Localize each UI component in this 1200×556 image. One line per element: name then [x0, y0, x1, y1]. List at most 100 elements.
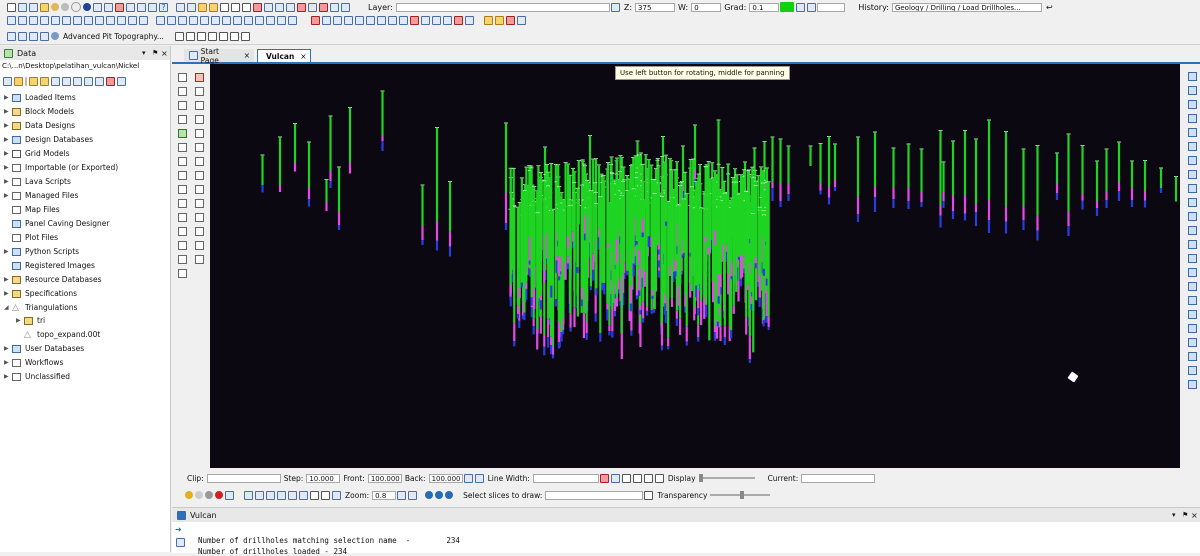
font-icon[interactable]	[341, 2, 350, 12]
move-icon-5[interactable]	[200, 15, 209, 25]
window-icon[interactable]	[1188, 198, 1197, 207]
image-icon[interactable]	[178, 129, 187, 138]
tree-item-tri[interactable]: ▶ tri	[16, 314, 45, 327]
page-icon-2[interactable]	[187, 2, 196, 12]
arc-icon-2[interactable]	[195, 213, 204, 222]
tool-icon-10[interactable]	[421, 15, 430, 25]
fit-icon[interactable]	[277, 490, 286, 500]
home-icon[interactable]	[3, 76, 12, 86]
tree-item-block-models[interactable]: ▶ Block Models	[4, 105, 74, 118]
tree-item-data-designs[interactable]: ▶ Data Designs	[4, 119, 75, 132]
rotate-icon[interactable]	[266, 490, 275, 500]
panel-icon-7[interactable]	[1188, 324, 1197, 333]
unlink-icon[interactable]	[106, 76, 115, 86]
folder-icon[interactable]	[198, 2, 207, 12]
print-icon[interactable]	[148, 2, 157, 12]
transparency-slider-thumb[interactable]	[740, 491, 745, 499]
move-icon-6[interactable]	[211, 15, 220, 25]
line-style-icon-2[interactable]	[610, 473, 620, 483]
panel-icon-5[interactable]	[1188, 296, 1197, 305]
small-field[interactable]	[817, 2, 846, 12]
view-globe-icon[interactable]	[425, 491, 434, 499]
move-icon[interactable]	[156, 15, 165, 25]
arc-icon[interactable]	[178, 171, 187, 180]
zoom-in-icon[interactable]	[288, 490, 297, 500]
current-select[interactable]	[801, 473, 876, 483]
move-icon-9[interactable]	[244, 15, 253, 25]
sphere-grey-icon[interactable]	[61, 3, 69, 11]
select-box-icon[interactable]	[178, 115, 187, 124]
bookmark-icon[interactable]	[1188, 212, 1197, 221]
tree-item-design-databases[interactable]: ▶ Design Databases	[4, 133, 93, 146]
tool-icon[interactable]	[322, 15, 331, 25]
help-icon[interactable]: ?	[159, 2, 168, 12]
tree-item-lava-scripts[interactable]: ▶ Lava Scripts	[4, 175, 71, 188]
refresh-icon-b[interactable]	[62, 76, 71, 86]
grid-view-icon[interactable]	[51, 76, 60, 86]
redo-icon[interactable]	[126, 2, 135, 12]
delete-icon[interactable]	[319, 2, 328, 12]
align-icon-2[interactable]	[18, 31, 27, 41]
tool-icon-12[interactable]	[443, 15, 452, 25]
tool-icon-2[interactable]	[333, 15, 342, 25]
bookmark-icon[interactable]	[484, 15, 493, 25]
triangle-view-icon[interactable]	[321, 490, 330, 500]
string-icon-3[interactable]	[95, 15, 104, 25]
refresh-icon[interactable]	[277, 15, 286, 25]
tree-item-grid-models[interactable]: ▶ Grid Models	[4, 147, 70, 160]
file-icon[interactable]	[178, 255, 187, 264]
expand-arrow-icon[interactable]: ▶	[4, 122, 12, 129]
console-menu-icon[interactable]: ▾	[1172, 511, 1176, 519]
tree-item-unclassified[interactable]: ▶ Unclassified	[4, 370, 70, 383]
polygon-icon[interactable]	[62, 15, 71, 25]
rotate-icon[interactable]	[1188, 114, 1197, 123]
layer-dropdown-icon[interactable]	[610, 2, 620, 12]
layer-display-icon[interactable]	[621, 473, 631, 483]
shade-red-icon[interactable]	[215, 491, 223, 499]
sphere-yellow-icon[interactable]	[51, 3, 59, 11]
close-icon[interactable]: ×	[161, 49, 168, 58]
folder-icon-2[interactable]	[209, 2, 218, 12]
points-icon[interactable]	[40, 15, 49, 25]
line-icon[interactable]	[178, 101, 187, 110]
move-icon-7[interactable]	[222, 15, 231, 25]
info-icon[interactable]	[807, 2, 817, 12]
warning-icon[interactable]	[40, 2, 49, 12]
transparency-checkbox[interactable]	[644, 490, 654, 500]
text-a-icon[interactable]	[178, 241, 187, 250]
viewport[interactable]	[210, 64, 1180, 468]
grid-close-icon[interactable]	[195, 227, 204, 236]
slices-select[interactable]	[545, 490, 644, 500]
pin-icon[interactable]: ⚑	[152, 49, 158, 57]
move-icon-2[interactable]	[167, 15, 176, 25]
stats-icon[interactable]	[93, 2, 102, 12]
copy-icon[interactable]	[195, 199, 204, 208]
point-icon[interactable]	[178, 87, 187, 96]
tool-icon-8[interactable]	[399, 15, 408, 25]
layer-select[interactable]	[395, 2, 610, 12]
edit-icon-3[interactable]	[286, 2, 295, 12]
tree-icon[interactable]	[84, 76, 93, 86]
edit-icon-2[interactable]	[275, 2, 284, 12]
link-icon[interactable]	[195, 171, 204, 180]
route-icon[interactable]	[195, 115, 204, 124]
new-file-icon[interactable]	[7, 2, 16, 12]
page-icon[interactable]	[176, 2, 185, 12]
collapse-arrow-icon[interactable]: ◢	[4, 304, 12, 311]
console-arrow-icon[interactable]: ➜	[175, 525, 182, 534]
settings-icon[interactable]	[796, 2, 806, 12]
expand-arrow-icon[interactable]: ▶	[4, 178, 12, 185]
plane-icon[interactable]	[299, 490, 308, 500]
layer-display-icon-4[interactable]	[654, 473, 664, 483]
align-icon[interactable]	[7, 31, 16, 41]
folder-open-icon[interactable]	[14, 76, 23, 86]
rectangle-icon[interactable]	[178, 143, 187, 152]
sphere-blue-icon[interactable]	[83, 3, 91, 11]
snap-icon-5[interactable]	[218, 31, 228, 41]
tree-item-registered-images[interactable]: Registered Images	[4, 259, 95, 272]
grid-icon-2[interactable]	[231, 2, 240, 12]
gear-icon[interactable]	[117, 76, 126, 86]
save-icon[interactable]	[137, 2, 146, 12]
tab-close-icon[interactable]: ×	[244, 51, 250, 60]
tree-item-loaded-items[interactable]: ▶ Loaded Items	[4, 91, 76, 104]
